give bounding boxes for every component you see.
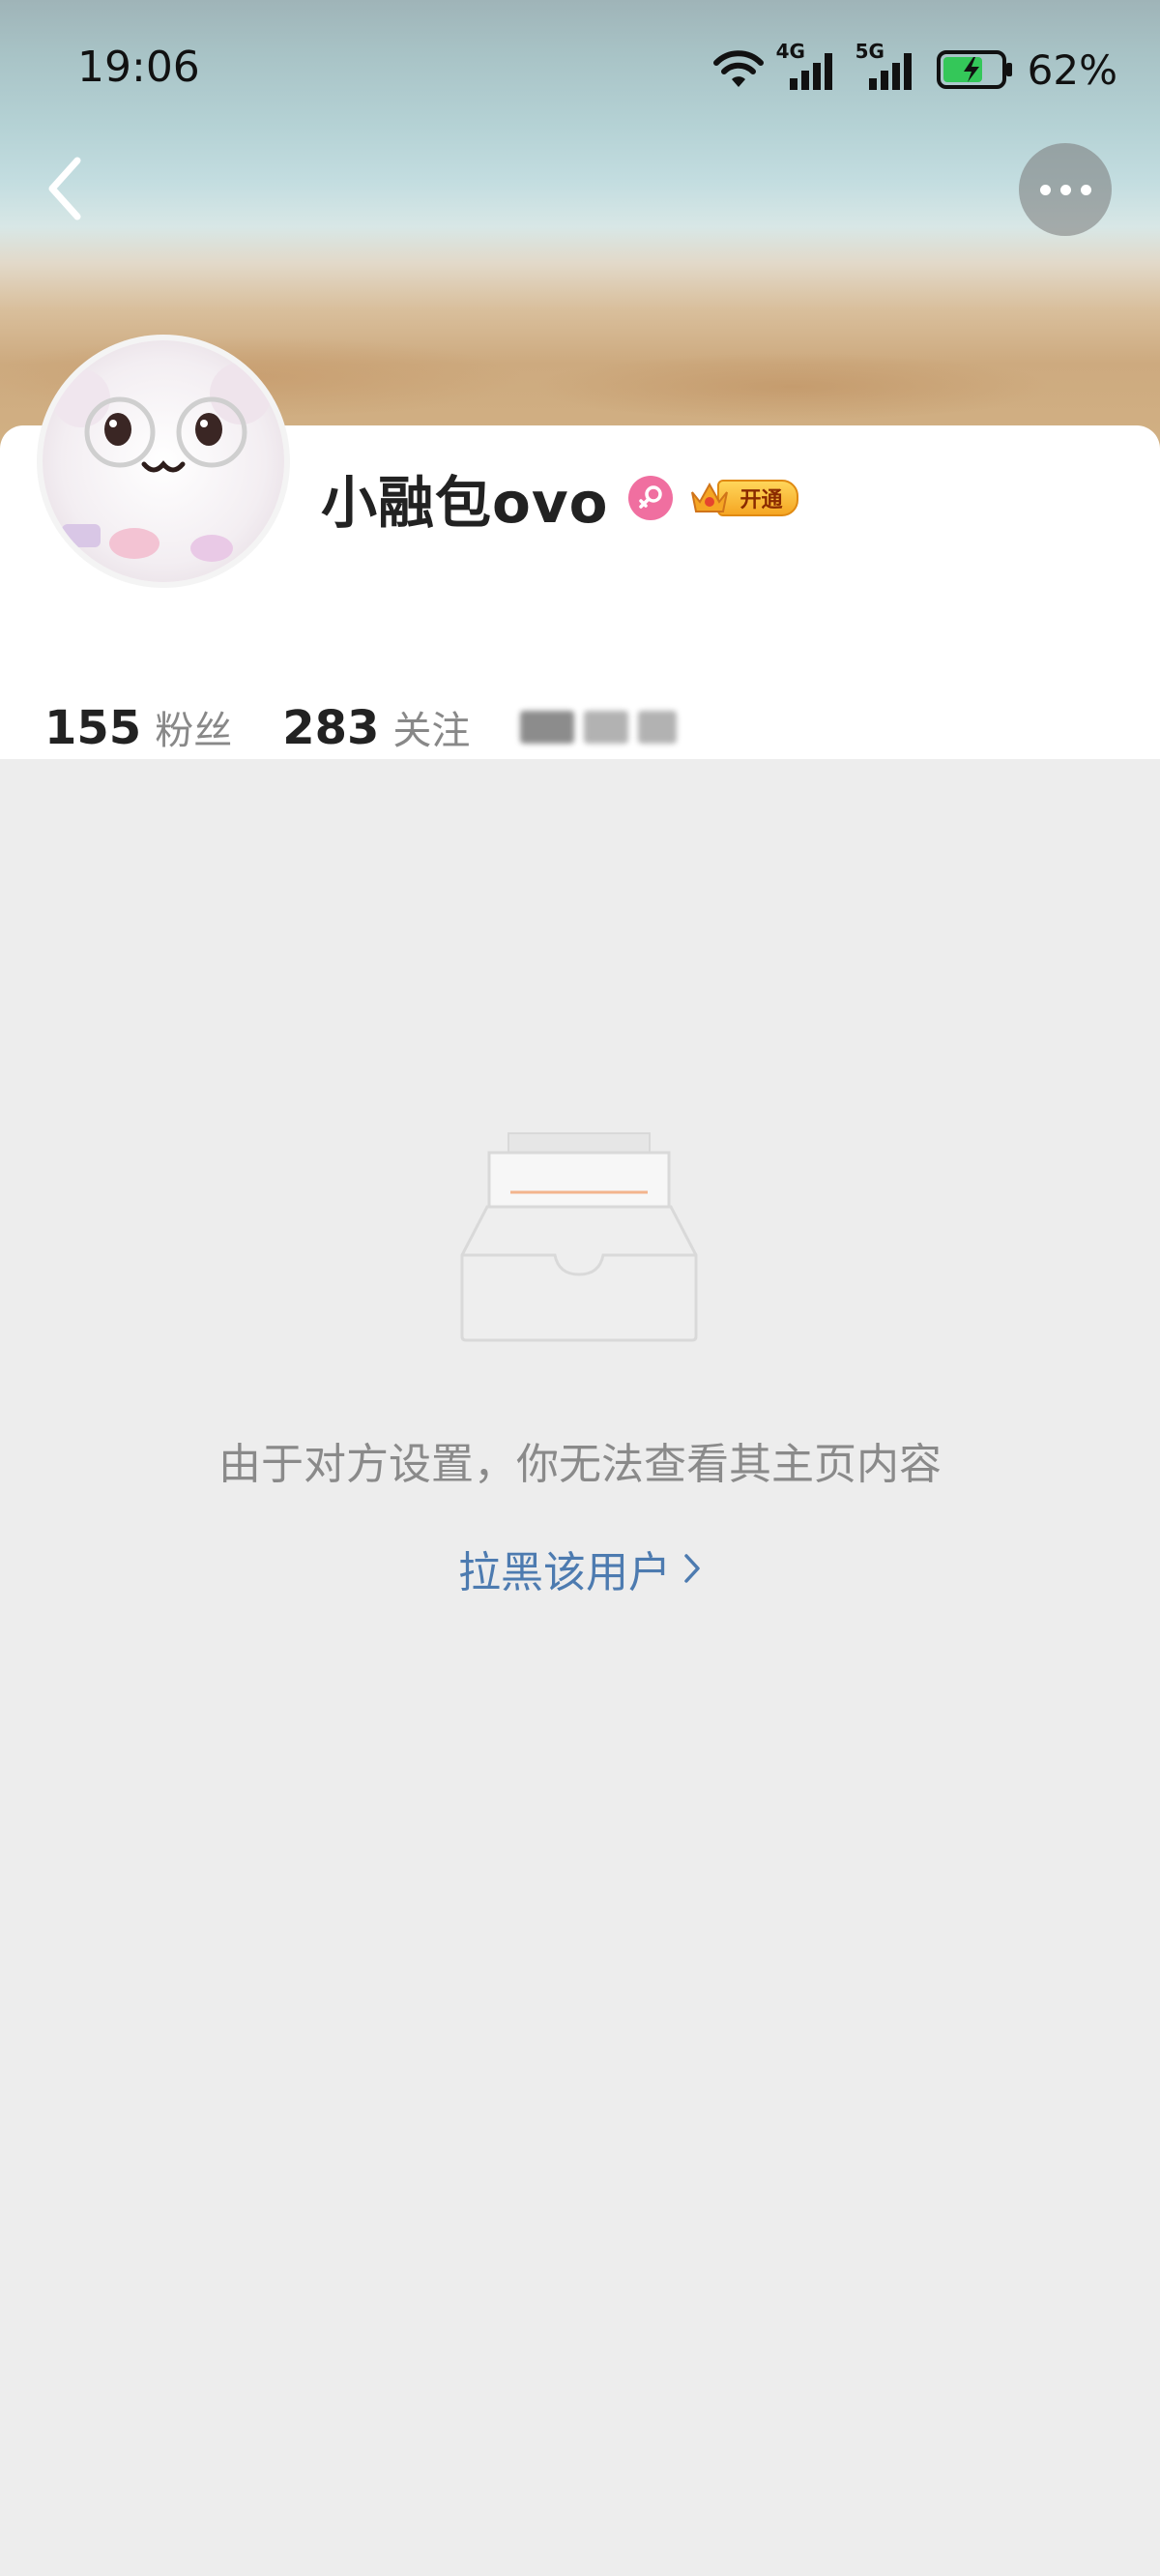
empty-box-icon: [460, 1132, 698, 1342]
block-user-label: 拉黑该用户: [458, 1548, 671, 1597]
username: 小融包ovo: [321, 470, 609, 536]
empty-content-illustration: [458, 1129, 700, 1342]
followers-stat[interactable]: 155 粉丝: [44, 699, 232, 755]
wifi-icon: [712, 50, 764, 87]
cell-signal-4g: 4G: [776, 40, 840, 94]
back-button[interactable]: [29, 145, 99, 232]
chevron-left-icon: [48, 157, 81, 220]
following-count: 283: [282, 701, 380, 755]
crown-icon: [690, 482, 728, 512]
redacted-stat: [520, 711, 686, 744]
username-row: 小融包ovo 开通: [321, 464, 798, 536]
cell-signal-5g: 5G: [856, 40, 919, 94]
avatar-image: [43, 340, 284, 582]
following-label: 关注: [392, 709, 471, 753]
status-bar: 19:06 4G 5G 62%: [0, 0, 1160, 145]
more-dot: [1059, 184, 1071, 195]
followers-count: 155: [44, 701, 142, 755]
followers-label: 粉丝: [155, 709, 233, 753]
vip-open-badge[interactable]: 开通: [688, 478, 798, 518]
status-icons: 4G 5G 62%: [710, 40, 1117, 97]
signal-bars-icon: [789, 53, 832, 90]
status-time: 19:06: [77, 43, 200, 92]
female-gender-icon: [627, 476, 673, 520]
stats-row: 155 粉丝 283 关注: [44, 698, 686, 756]
chevron-right-icon: [682, 1552, 702, 1585]
more-options-button[interactable]: [1019, 143, 1112, 236]
redacted-block: [584, 711, 629, 744]
block-user-link[interactable]: 拉黑该用户: [0, 1537, 1160, 1599]
more-dot: [1080, 184, 1091, 195]
following-stat[interactable]: 283 关注: [282, 699, 470, 755]
redacted-block: [520, 711, 575, 744]
female-symbol-icon: [638, 485, 662, 509]
empty-message: 由于对方设置，你无法查看其主页内容: [218, 1440, 942, 1489]
signal-bars-icon: [868, 53, 912, 90]
battery-percentage: 62%: [1027, 45, 1117, 94]
battery-charging-icon: [936, 50, 1012, 89]
avatar[interactable]: [43, 340, 284, 582]
more-horizontal-icon: [1039, 184, 1051, 195]
redacted-block: [638, 711, 678, 744]
